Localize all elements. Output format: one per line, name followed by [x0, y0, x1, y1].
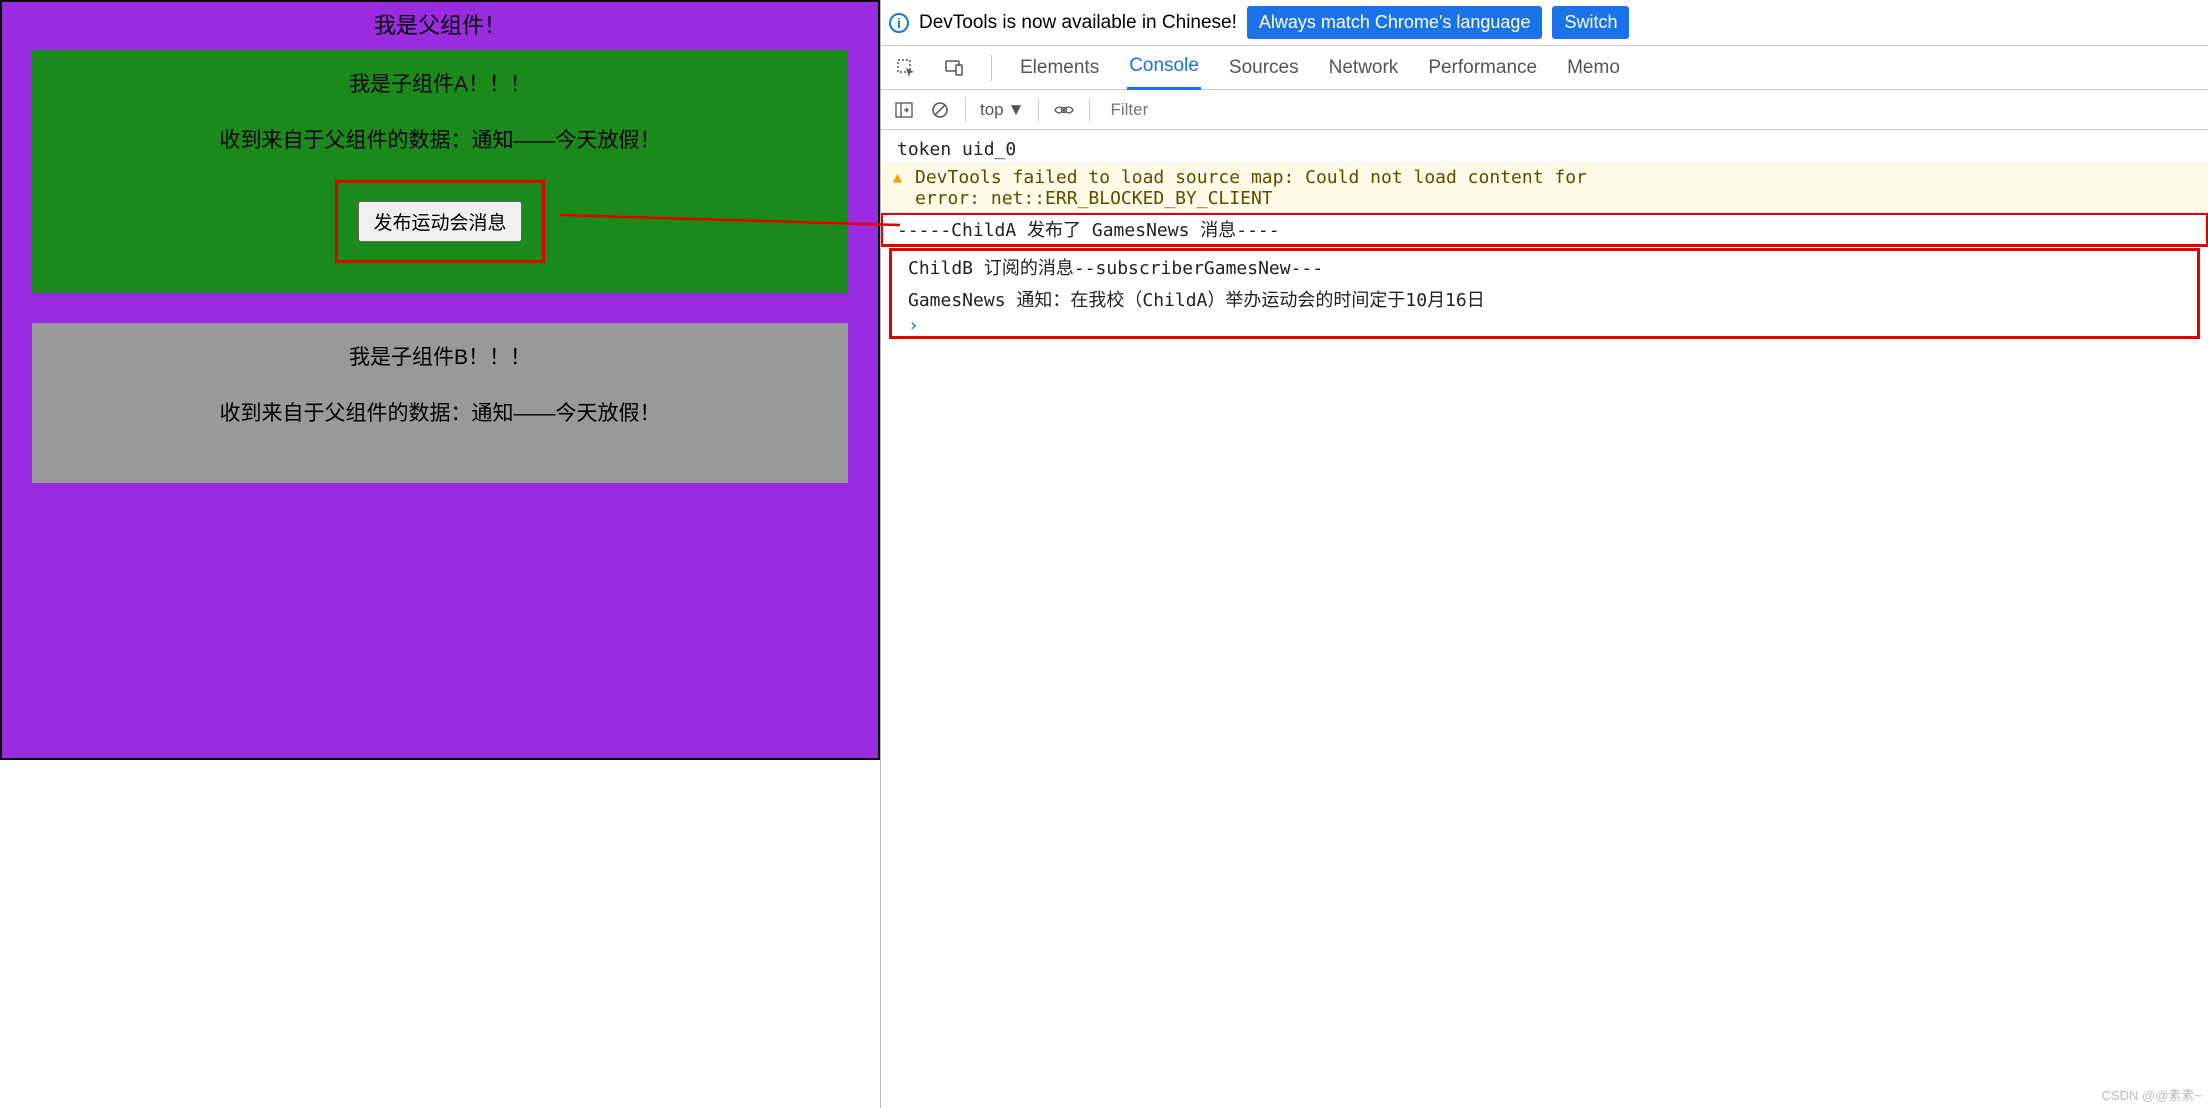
filter-input[interactable] — [1104, 96, 2196, 124]
separator — [1038, 98, 1039, 122]
tab-memory[interactable]: Memo — [1565, 47, 1622, 89]
separator — [965, 98, 966, 122]
child-b-title: 我是子组件B！！！ — [42, 341, 838, 371]
separator — [1089, 98, 1090, 122]
console-output: token uid_0 DevTools failed to load sour… — [881, 130, 2208, 1108]
device-toolbar-icon[interactable] — [943, 57, 965, 79]
console-filterbar: top ▼ — [881, 90, 2208, 130]
tab-console[interactable]: Console — [1127, 45, 1201, 90]
chevron-down-icon: ▼ — [1008, 100, 1025, 120]
log-line: ChildB 订阅的消息--subscriberGamesNew--- — [892, 251, 2197, 283]
tab-sources[interactable]: Sources — [1227, 47, 1301, 89]
context-selector[interactable]: top ▼ — [980, 100, 1024, 120]
app-pane: 我是父组件！ 我是子组件A！！！ 收到来自于父组件的数据：通知——今天放假！ 发… — [0, 0, 880, 760]
devtools-banner: i DevTools is now available in Chinese! … — [881, 0, 2208, 46]
log-highlight-1: -----ChildA 发布了 GamesNews 消息---- — [881, 213, 2208, 246]
tab-elements[interactable]: Elements — [1018, 47, 1101, 89]
banner-text: DevTools is now available in Chinese! — [919, 12, 1237, 34]
live-expression-icon[interactable] — [1053, 99, 1075, 121]
devtools-tabs: Elements Console Sources Network Perform… — [881, 46, 2208, 90]
publish-button[interactable]: 发布运动会消息 — [358, 201, 521, 242]
context-label: top — [980, 100, 1004, 120]
match-language-button[interactable]: Always match Chrome's language — [1247, 6, 1543, 39]
sidebar-toggle-icon[interactable] — [893, 99, 915, 121]
clear-console-icon[interactable] — [929, 99, 951, 121]
log-line: token uid_0 — [881, 136, 2208, 164]
child-a-box: 我是子组件A！！！ 收到来自于父组件的数据：通知——今天放假！ 发布运动会消息 — [32, 50, 848, 293]
watermark: CSDN @@素素~ — [2102, 1085, 2202, 1104]
child-b-box: 我是子组件B！！！ 收到来自于父组件的数据：通知——今天放假！ — [32, 323, 848, 483]
info-icon: i — [889, 13, 909, 33]
separator — [991, 55, 992, 81]
console-prompt[interactable]: › — [892, 315, 2197, 336]
devtools-pane: i DevTools is now available in Chinese! … — [880, 0, 2208, 1108]
parent-title: 我是父组件！ — [2, 2, 878, 50]
tab-network[interactable]: Network — [1327, 47, 1401, 89]
inspect-icon[interactable] — [895, 57, 917, 79]
child-a-title: 我是子组件A！！！ — [42, 68, 838, 98]
publish-button-highlight: 发布运动会消息 — [335, 180, 544, 263]
log-highlight-2: ChildB 订阅的消息--subscriberGamesNew--- Game… — [889, 248, 2200, 339]
log-warning: DevTools failed to load source map: Coul… — [881, 164, 2208, 213]
switch-language-button[interactable]: Switch — [1552, 6, 1629, 39]
child-b-received: 收到来自于父组件的数据：通知——今天放假！ — [42, 397, 838, 427]
child-a-received: 收到来自于父组件的数据：通知——今天放假！ — [42, 124, 838, 154]
log-line: GamesNews 通知：在我校（ChildA）举办运动会的时间定于10月16日 — [892, 283, 2197, 315]
tab-performance[interactable]: Performance — [1426, 47, 1539, 89]
